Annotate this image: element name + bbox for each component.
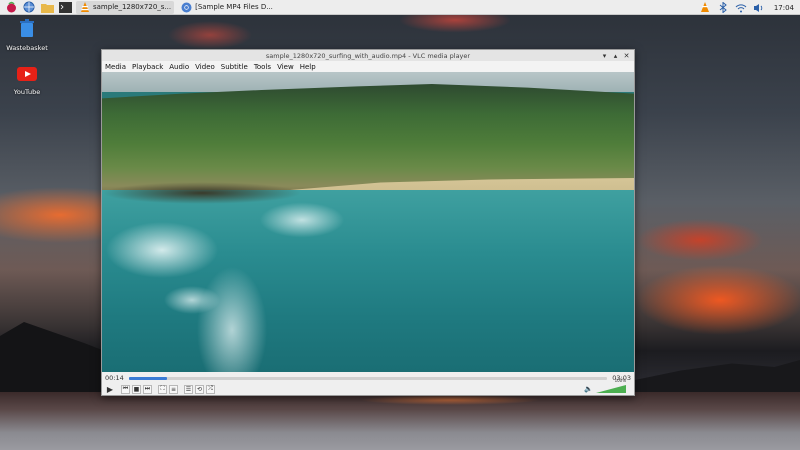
close-icon[interactable]: ✕ (622, 51, 631, 60)
taskbar-task-label: [Sample MP4 Files D... (195, 3, 273, 11)
web-browser-icon[interactable] (22, 1, 36, 13)
vlc-cone-icon (79, 1, 90, 13)
play-icon[interactable]: ▶ (105, 385, 115, 394)
bluetooth-icon[interactable] (716, 2, 730, 14)
volume-icon[interactable] (752, 2, 766, 14)
terminal-icon[interactable] (58, 1, 72, 13)
desktop-icon-label: YouTube (13, 88, 41, 96)
desktop-icon-wastebasket[interactable]: Wastebasket (0, 19, 54, 52)
menu-help[interactable]: Help (300, 63, 316, 71)
raspberry-menu-icon[interactable] (4, 1, 18, 13)
menu-media[interactable]: Media (105, 63, 126, 71)
wifi-icon[interactable] (734, 2, 748, 14)
minimize-icon[interactable]: ▾ (600, 51, 609, 60)
chromium-icon (181, 2, 192, 13)
clock[interactable]: 17:04 (774, 4, 794, 12)
menu-video[interactable]: Video (195, 63, 215, 71)
menu-audio[interactable]: Audio (169, 63, 189, 71)
video-rocks (102, 182, 302, 204)
playlist-icon[interactable]: ☰ (184, 384, 193, 394)
taskbar-task-vlc[interactable]: sample_1280x720_s... (76, 0, 175, 14)
volume-control: 🔈 100% (584, 378, 626, 393)
speaker-icon[interactable]: 🔈 (584, 385, 593, 393)
previous-icon[interactable]: ⏮ (121, 384, 130, 394)
seek-bar[interactable] (129, 377, 607, 380)
youtube-icon (17, 66, 37, 85)
system-tray: 17:04 (694, 0, 800, 15)
menu-view[interactable]: View (277, 63, 294, 71)
fullscreen-icon[interactable]: ⛶ (158, 384, 167, 394)
file-manager-icon[interactable] (40, 1, 54, 13)
taskbar-task-label: sample_1280x720_s... (93, 3, 172, 11)
wallpaper-glow (360, 395, 540, 405)
elapsed-time[interactable]: 00:14 (105, 374, 124, 382)
seek-bar-fill (129, 377, 168, 380)
window-titlebar[interactable]: sample_1280x720_surfing_with_audio.mp4 -… (102, 50, 634, 61)
next-icon[interactable]: ⏭ (143, 384, 152, 394)
vlc-window: sample_1280x720_surfing_with_audio.mp4 -… (101, 49, 635, 396)
vlc-tray-icon[interactable] (698, 2, 712, 14)
desktop-icon-youtube[interactable]: YouTube (0, 66, 54, 96)
taskbar-task-browser[interactable]: [Sample MP4 Files D... (178, 1, 276, 14)
stop-icon[interactable]: ■ (132, 384, 141, 394)
menu-bar: Media Playback Audio Video Subtitle Tool… (102, 61, 634, 72)
playback-controls: 00:14 03:03 ▶ ⏮ ■ ⏭ ⛶ ≡ ☰ ⟲ ⤮ 🔈 100% (102, 372, 634, 395)
volume-slider-fill (596, 385, 626, 393)
window-controls: ▾ ▴ ✕ (598, 50, 631, 61)
window-title: sample_1280x720_surfing_with_audio.mp4 -… (265, 51, 471, 60)
extended-settings-icon[interactable]: ≡ (169, 384, 178, 394)
volume-slider[interactable] (596, 385, 626, 393)
trash-icon (19, 19, 35, 41)
video-sea (102, 190, 634, 372)
desktop-icon-label: Wastebasket (6, 44, 48, 52)
menu-subtitle[interactable]: Subtitle (221, 63, 248, 71)
maximize-icon[interactable]: ▴ (611, 51, 620, 60)
menu-tools[interactable]: Tools (254, 63, 271, 71)
loop-icon[interactable]: ⟲ (195, 384, 204, 394)
taskbar: sample_1280x720_s... [Sample MP4 Files D… (0, 0, 800, 15)
menu-playback[interactable]: Playback (132, 63, 163, 71)
shuffle-icon[interactable]: ⤮ (206, 384, 215, 394)
volume-label: 100% (614, 378, 626, 383)
control-buttons: ▶ ⏮ ■ ⏭ ⛶ ≡ ☰ ⟲ ⤮ (105, 384, 217, 394)
video-surface[interactable] (102, 72, 634, 372)
